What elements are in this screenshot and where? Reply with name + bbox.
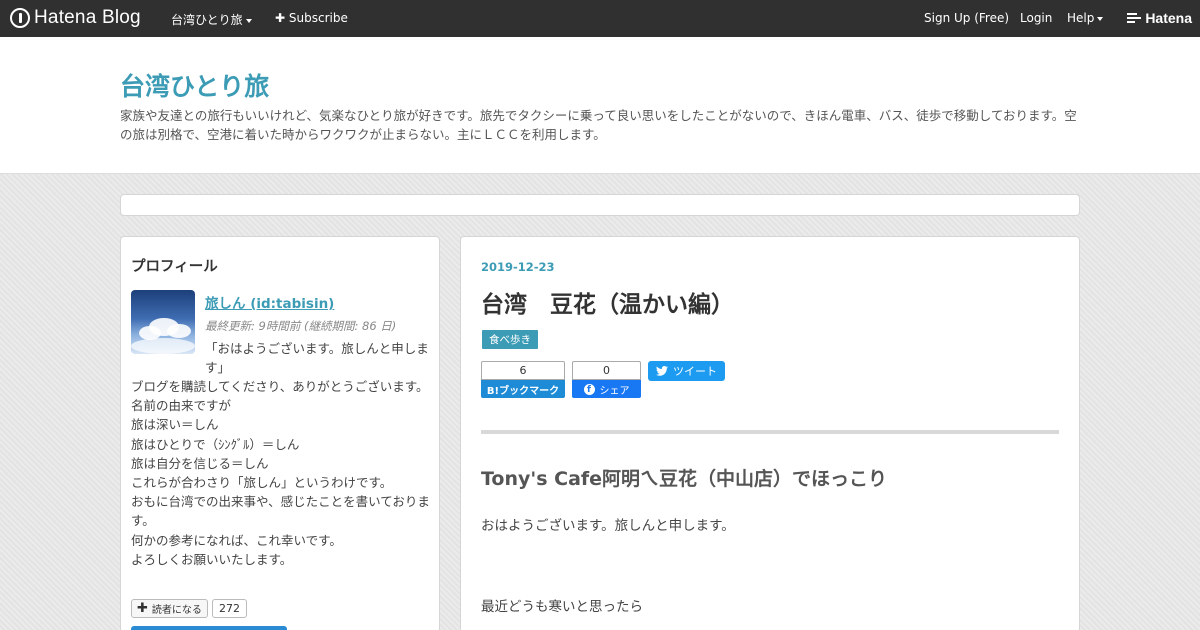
profile-sidebar: プロフィール 旅しん (id:tabisin) 最終更新: 9時間前 (継続期間… [120,236,440,630]
profile-line: 旅は深い＝しん [131,417,219,433]
bookmark-label: B!ブックマーク [481,380,565,398]
blog-header: 台湾ひとり旅 家族や友達との旅行もいいけれど、気楽なひとり旅が好きです。旅先でタ… [0,37,1200,174]
profile-line: 名前の由来ですが [131,398,232,414]
profile-name-link[interactable]: 旅しん (id:tabisin) [205,292,334,312]
login-link[interactable]: Login [1020,11,1052,25]
hatena-blog-icon [10,8,30,28]
profile-line: 旅は自分を信じる＝しん [131,455,269,471]
twitter-bird-icon [656,366,668,376]
subscribe-button[interactable]: ✚ Subscribe [275,11,348,25]
chevron-down-icon [245,18,252,23]
profile-line: おもに台湾での出来事や、感じたことを書いております。 [131,494,430,529]
help-dropdown[interactable]: Help [1067,11,1104,25]
category-tag[interactable]: 食べ歩き [482,330,538,349]
logo-text: Hatena Blog [34,7,141,28]
hatena-bookmark-button[interactable]: 6 B!ブックマーク [481,361,565,398]
article-main: 2019-12-23 台湾 豆花（温かい編） 食べ歩き 6 B!ブックマーク 0… [460,236,1080,630]
content-divider [481,430,1059,434]
facebook-share-button[interactable]: 0 f シェア [572,361,641,398]
signup-link[interactable]: Sign Up (Free) [924,11,1009,25]
avatar[interactable] [131,290,195,354]
subscribe-reader-button[interactable]: ✚ 読者になる [131,599,208,618]
profile-description: ブログを購読してくださり、ありがとうございます。 名前の由来ですが 旅は深い＝し… [131,377,431,569]
chevron-down-icon [1097,16,1104,21]
help-label: Help [1067,11,1095,25]
profile-intro: 「おはようございます。旅しんと申します」 [205,341,429,375]
tweet-button[interactable]: ツイート [648,361,725,381]
entry-date-link[interactable]: 2019-12-23 [481,260,555,274]
search-module [120,194,1080,216]
bookmark-count: 6 [481,361,565,380]
blog-description: 家族や友達との旅行もいいけれど、気楽なひとり旅が好きです。旅先でタクシーに乗って… [120,108,1077,142]
facebook-count: 0 [572,361,641,380]
subscribe-label: Subscribe [288,11,348,25]
facebook-icon: f [583,383,595,395]
facebook-label: シェア [599,385,630,397]
reader-button-label: 読者になる [151,605,202,616]
facebook-label-wrap: f シェア [572,380,641,398]
reader-count-badge: 272 [212,599,247,618]
hatena-icon [1127,12,1142,24]
hatena-blog-logo[interactable]: Hatena Blog [10,7,141,29]
profile-line: 何かの参考になれば、これ幸いです。 [131,532,342,548]
global-header: Hatena Blog 台湾ひとり旅 ✚ Subscribe Sign Up (… [0,0,1200,37]
profile-line: よろしくお願いいたします。 [131,551,293,567]
hatena-brand-text: Hatena [1145,10,1192,26]
profile-line: ブログを購読してくださり、ありがとうございます。 [131,379,429,394]
entry-title[interactable]: 台湾 豆花（温かい編） [481,285,734,319]
hatena-brand-logo[interactable]: Hatena [1127,10,1192,26]
plus-icon: ✚ [137,601,148,616]
profile-last-updated: 最終更新: 9時間前 (継続期間: 86 日) [205,319,397,333]
blog-menu-dropdown[interactable]: 台湾ひとり旅 [171,11,252,28]
sidebar-blue-button[interactable] [131,626,287,630]
blog-title[interactable]: 台湾ひとり旅 [120,67,269,103]
body-paragraph: おはようございます。旅しんと申します。 [481,518,735,534]
profile-heading: プロフィール [131,259,218,275]
blog-menu-label: 台湾ひとり旅 [171,13,243,27]
plus-icon: ✚ [275,11,286,25]
tweet-label: ツイート [673,365,717,378]
profile-line: これらが合わさり「旅しん」というわけです。 [131,475,393,491]
profile-line: 旅はひとりで（ｼﾝｸﾞﾙ）＝しん [131,436,300,452]
section-heading: Tony's Cafe阿明ㄟ豆花（中山店）でほっこり [481,468,888,490]
body-paragraph: 最近どうも寒いと思ったら [481,599,643,615]
